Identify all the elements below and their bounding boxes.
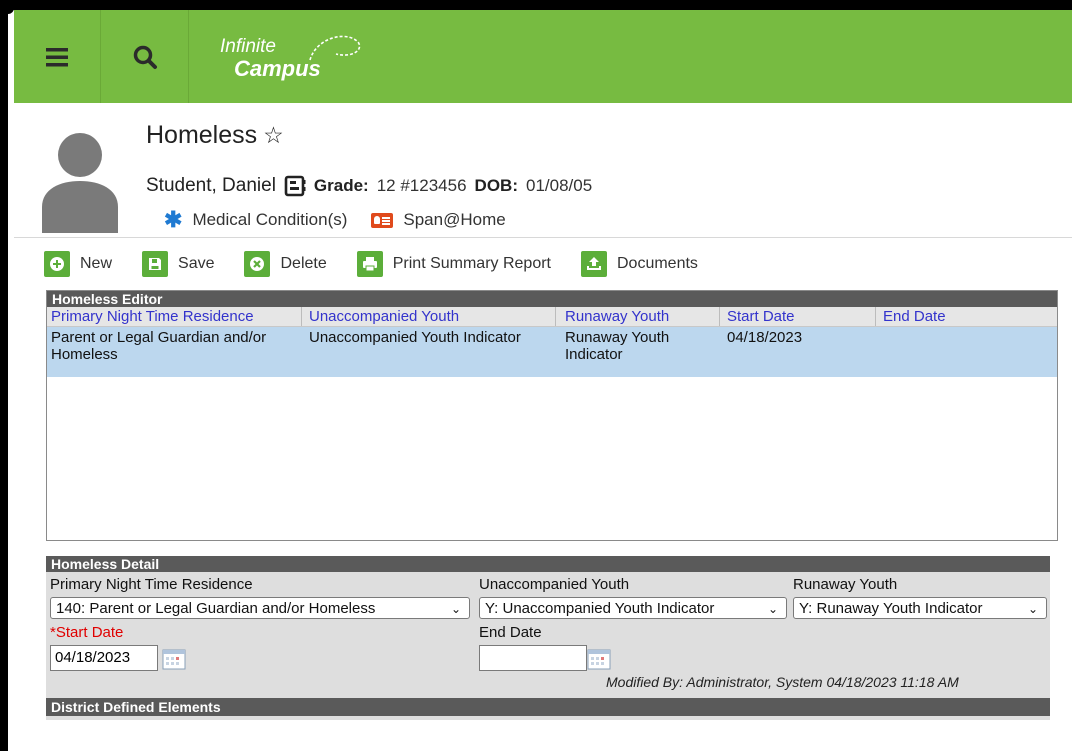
top-bar: Infinite Campus xyxy=(14,10,1072,103)
residence-select[interactable]: 140: Parent or Legal Guardian and/or Hom… xyxy=(50,597,470,619)
residence-label: Primary Night Time Residence xyxy=(50,576,253,593)
print-label: Print Summary Report xyxy=(392,255,551,272)
documents-label: Documents xyxy=(617,255,698,272)
cell-runaway: Runaway Youth Indicator xyxy=(565,329,670,363)
infinite-campus-logo[interactable]: Infinite Campus xyxy=(220,32,380,92)
table-row[interactable]: Parent or Legal Guardian and/or Homeless… xyxy=(47,327,1057,377)
avatar xyxy=(42,133,118,233)
col-header-end-date[interactable]: End Date xyxy=(883,308,946,325)
window-frame-top xyxy=(0,0,1072,10)
delete-button[interactable]: Delete xyxy=(244,251,327,277)
district-defined-elements-header[interactable]: District Defined Elements xyxy=(46,698,1050,716)
homeless-editor-title: Homeless Editor xyxy=(47,291,1057,307)
calendar-icon[interactable] xyxy=(162,648,186,670)
chevron-down-icon: ⌄ xyxy=(767,602,778,616)
plus-circle-icon xyxy=(44,251,70,277)
grade-value: 12 #123456 xyxy=(376,176,467,195)
modified-by-text: Modified By: Administrator, System 04/18… xyxy=(606,674,959,690)
chevron-down-icon: ⌄ xyxy=(450,602,461,616)
student-card-icon[interactable] xyxy=(284,175,306,197)
unaccompanied-label: Unaccompanied Youth xyxy=(479,576,630,593)
runaway-select[interactable]: Y: Runaway Youth Indicator ⌄ xyxy=(793,597,1047,619)
search-button[interactable] xyxy=(102,10,189,103)
documents-button[interactable]: Documents xyxy=(581,251,698,277)
column-divider[interactable] xyxy=(555,307,556,326)
medical-condition-link[interactable]: Medical Condition(s) xyxy=(192,210,347,230)
print-summary-report-button[interactable]: Print Summary Report xyxy=(356,251,551,277)
favorite-star-icon[interactable]: ☆ xyxy=(263,122,284,148)
homeless-editor-panel: Homeless Editor Primary Night Time Resid… xyxy=(46,290,1058,541)
unaccompanied-select[interactable]: Y: Unaccompanied Youth Indicator ⌄ xyxy=(479,597,787,619)
student-info: Student, Daniel Grade: 12 #123456 DOB: 0… xyxy=(146,175,592,197)
action-toolbar: New Save Delete Print Summary Report Doc… xyxy=(44,248,728,280)
student-header: Homeless ☆ Student, Daniel Grade: 12 #123… xyxy=(14,103,1072,238)
student-name: Student, Daniel xyxy=(146,175,276,196)
cell-unaccompanied: Unaccompanied Youth Indicator xyxy=(309,329,521,346)
chevron-down-icon: ⌄ xyxy=(1027,602,1038,616)
logo-text-line1: Infinite xyxy=(220,36,276,57)
start-date-label-text: Start Date xyxy=(55,624,124,641)
medical-asterisk-icon: ✱ xyxy=(164,207,183,232)
homeless-detail-panel: Homeless Detail Primary Night Time Resid… xyxy=(46,556,1050,720)
start-date-label: *Start Date xyxy=(50,624,123,641)
search-icon xyxy=(133,45,157,69)
student-alerts: ✱ Medical Condition(s) Span@Home xyxy=(164,207,506,233)
column-divider[interactable] xyxy=(301,307,302,326)
printer-icon xyxy=(356,251,383,277)
column-divider[interactable] xyxy=(719,307,720,326)
logo-swoosh-icon xyxy=(309,35,361,61)
floppy-disk-icon xyxy=(142,251,169,277)
end-date-input[interactable] xyxy=(479,645,587,671)
start-date-input[interactable]: 04/18/2023 xyxy=(50,645,158,671)
end-date-label: End Date xyxy=(479,624,542,641)
col-header-start-date[interactable]: Start Date xyxy=(727,308,795,325)
new-label: New xyxy=(80,255,113,272)
language-card-icon xyxy=(371,212,394,228)
new-button[interactable]: New xyxy=(44,251,112,277)
cell-residence: Parent or Legal Guardian and/or Homeless xyxy=(51,329,267,363)
start-date-value: 04/18/2023 xyxy=(55,649,131,666)
upload-icon xyxy=(581,251,607,277)
page-title-text: Homeless xyxy=(146,121,258,149)
unaccompanied-select-value: Y: Unaccompanied Youth Indicator xyxy=(485,600,715,617)
dob-value: 01/08/05 xyxy=(526,176,593,195)
column-divider[interactable] xyxy=(875,307,876,326)
page-title: Homeless ☆ xyxy=(146,121,284,150)
hamburger-icon xyxy=(46,47,68,66)
language-link[interactable]: Span@Home xyxy=(403,210,505,230)
calendar-icon[interactable] xyxy=(587,648,611,670)
runaway-label: Runaway Youth xyxy=(793,576,898,593)
col-header-unaccompanied[interactable]: Unaccompanied Youth xyxy=(309,308,459,325)
window-frame-left xyxy=(0,0,8,751)
delete-label: Delete xyxy=(280,255,327,272)
save-label: Save xyxy=(178,255,215,272)
residence-select-value: 140: Parent or Legal Guardian and/or Hom… xyxy=(56,600,376,617)
col-header-runaway[interactable]: Runaway Youth xyxy=(565,308,669,325)
x-circle-icon xyxy=(244,251,271,277)
cell-start-date: 04/18/2023 xyxy=(727,329,803,346)
homeless-detail-title: Homeless Detail xyxy=(46,556,1050,572)
window-frame-corner xyxy=(0,0,14,14)
runaway-select-value: Y: Runaway Youth Indicator xyxy=(799,600,983,617)
dob-label: DOB: xyxy=(474,176,518,195)
save-button[interactable]: Save xyxy=(142,251,214,277)
editor-column-headers: Primary Night Time Residence Unaccompani… xyxy=(47,307,1057,327)
menu-button[interactable] xyxy=(14,10,101,103)
col-header-residence[interactable]: Primary Night Time Residence xyxy=(51,308,254,325)
grade-label: Grade: xyxy=(313,176,369,195)
